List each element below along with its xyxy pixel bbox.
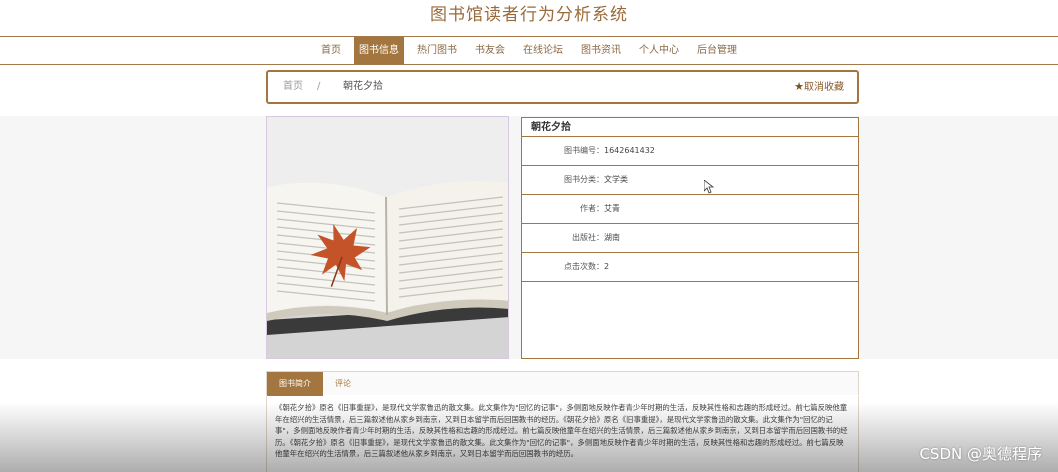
book-title: 朝花夕拾 — [522, 118, 858, 137]
book-author-row: 作者： 艾青 — [522, 195, 858, 224]
book-clicks-row: 点击次数： 2 — [522, 253, 858, 282]
nav-item-popular-books[interactable]: 热门图书 — [412, 37, 462, 64]
nav-item-forum[interactable]: 在线论坛 — [518, 37, 568, 64]
book-publisher-label: 出版社： — [572, 233, 604, 242]
book-clicks-label: 点击次数： — [564, 262, 604, 271]
csdn-watermark: CSDN @奥德程序 — [919, 445, 1042, 463]
nav-item-admin[interactable]: 后台管理 — [692, 37, 742, 64]
book-publisher-value: 湖南 — [604, 233, 620, 242]
breadcrumb-current: 朝花夕拾 — [343, 81, 383, 92]
unfavorite-button[interactable]: ★取消收藏 — [794, 72, 844, 103]
nav-item-book-club[interactable]: 书友会 — [470, 37, 510, 64]
unfavorite-label: 取消收藏 — [804, 82, 844, 93]
open-book-icon — [267, 117, 508, 358]
book-info-panel: 朝花夕拾 图书编号： 1642641432 图书分类： 文学类 作者： 艾青 出… — [521, 117, 859, 359]
book-tabs: 图书简介 评论 — [266, 371, 859, 396]
book-description: 《朝花夕拾》原名《旧事重提》，是现代文学家鲁迅的散文集。此文集作为"回忆的记事"… — [266, 396, 859, 472]
mouse-cursor-icon — [704, 180, 714, 194]
book-id-label: 图书编号： — [564, 146, 604, 155]
book-author-label: 作者： — [580, 204, 604, 213]
book-clicks-value: 2 — [604, 262, 610, 271]
book-category-row: 图书分类： 文学类 — [522, 166, 858, 195]
nav-item-book-news[interactable]: 图书资讯 — [576, 37, 626, 64]
site-title: 图书馆读者行为分析系统 — [430, 5, 628, 25]
breadcrumb-home-link[interactable]: 首页 — [283, 72, 303, 102]
nav-item-book-info[interactable]: 图书信息 — [354, 37, 404, 64]
star-icon: ★ — [794, 80, 804, 93]
book-category-value: 文学类 — [604, 175, 628, 184]
main-nav: 首页 图书信息 热门图书 书友会 在线论坛 图书资讯 个人中心 后台管理 — [0, 36, 1058, 65]
book-author-value: 艾青 — [604, 204, 620, 213]
nav-item-home[interactable]: 首页 — [316, 37, 346, 64]
nav-item-user-center[interactable]: 个人中心 — [634, 37, 684, 64]
book-category-label: 图书分类： — [564, 175, 604, 184]
tab-comments[interactable]: 评论 — [323, 372, 363, 396]
breadcrumb-separator: / — [317, 81, 321, 92]
breadcrumb: 首页 / 朝花夕拾 ★取消收藏 — [266, 70, 859, 104]
book-publisher-row: 出版社： 湖南 — [522, 224, 858, 253]
book-id-row: 图书编号： 1642641432 — [522, 137, 858, 166]
tab-book-intro[interactable]: 图书简介 — [267, 372, 323, 396]
book-cover-image — [266, 116, 509, 359]
book-id-value: 1642641432 — [604, 146, 655, 155]
